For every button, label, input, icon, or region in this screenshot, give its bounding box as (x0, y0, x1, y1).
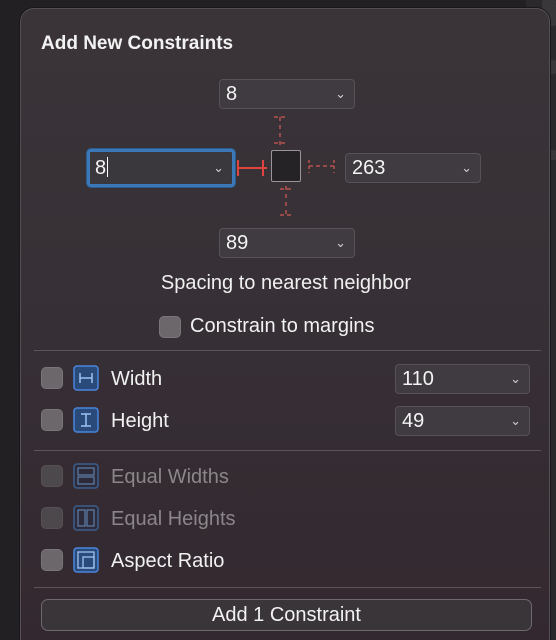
view-placeholder-box (271, 150, 301, 182)
equal-widths-checkbox[interactable] (41, 465, 63, 487)
divider (34, 450, 541, 451)
leading-constraint-toggle[interactable] (237, 160, 267, 176)
width-checkbox[interactable] (41, 367, 63, 389)
equal-heights-checkbox[interactable] (41, 507, 63, 529)
constraint-indicators (237, 116, 336, 216)
constrain-margins-label: Constrain to margins (190, 315, 375, 337)
top-constraint-toggle[interactable] (274, 116, 286, 147)
equal-heights-icon (73, 505, 99, 531)
chevron-down-icon: ⌄ (510, 371, 521, 386)
chevron-down-icon: ⌄ (510, 413, 521, 428)
height-value: 49 (402, 410, 425, 432)
aspect-ratio-label: Aspect Ratio (111, 550, 225, 572)
width-value: 110 (402, 368, 434, 390)
divider (34, 587, 541, 588)
trailing-constraint-toggle[interactable] (308, 160, 336, 173)
aspect-ratio-icon (73, 547, 99, 573)
width-icon (73, 365, 99, 391)
height-checkbox[interactable] (41, 409, 63, 431)
spacing-label: Spacing to nearest neighbor (160, 272, 412, 294)
constrain-margins-checkbox[interactable] (159, 316, 181, 338)
height-icon (73, 407, 99, 433)
equal-widths-icon (73, 463, 99, 489)
equal-heights-label: Equal Heights (111, 508, 236, 530)
aspect-ratio-checkbox[interactable] (41, 549, 63, 571)
add-constraints-popover: Add New Constraints 8 ⌄ 8 ⌄ 263 ⌄ 89 ⌄ S… (20, 8, 550, 640)
equal-widths-label: Equal Widths (111, 466, 229, 488)
height-label: Height (111, 410, 169, 432)
width-value-dropdown[interactable]: 110 ⌄ (395, 364, 530, 394)
width-label: Width (111, 368, 163, 390)
bottom-constraint-toggle[interactable] (280, 186, 292, 216)
divider (34, 350, 541, 351)
add-constraint-button[interactable]: Add 1 Constraint (41, 599, 532, 631)
height-value-dropdown[interactable]: 49 ⌄ (395, 406, 530, 436)
